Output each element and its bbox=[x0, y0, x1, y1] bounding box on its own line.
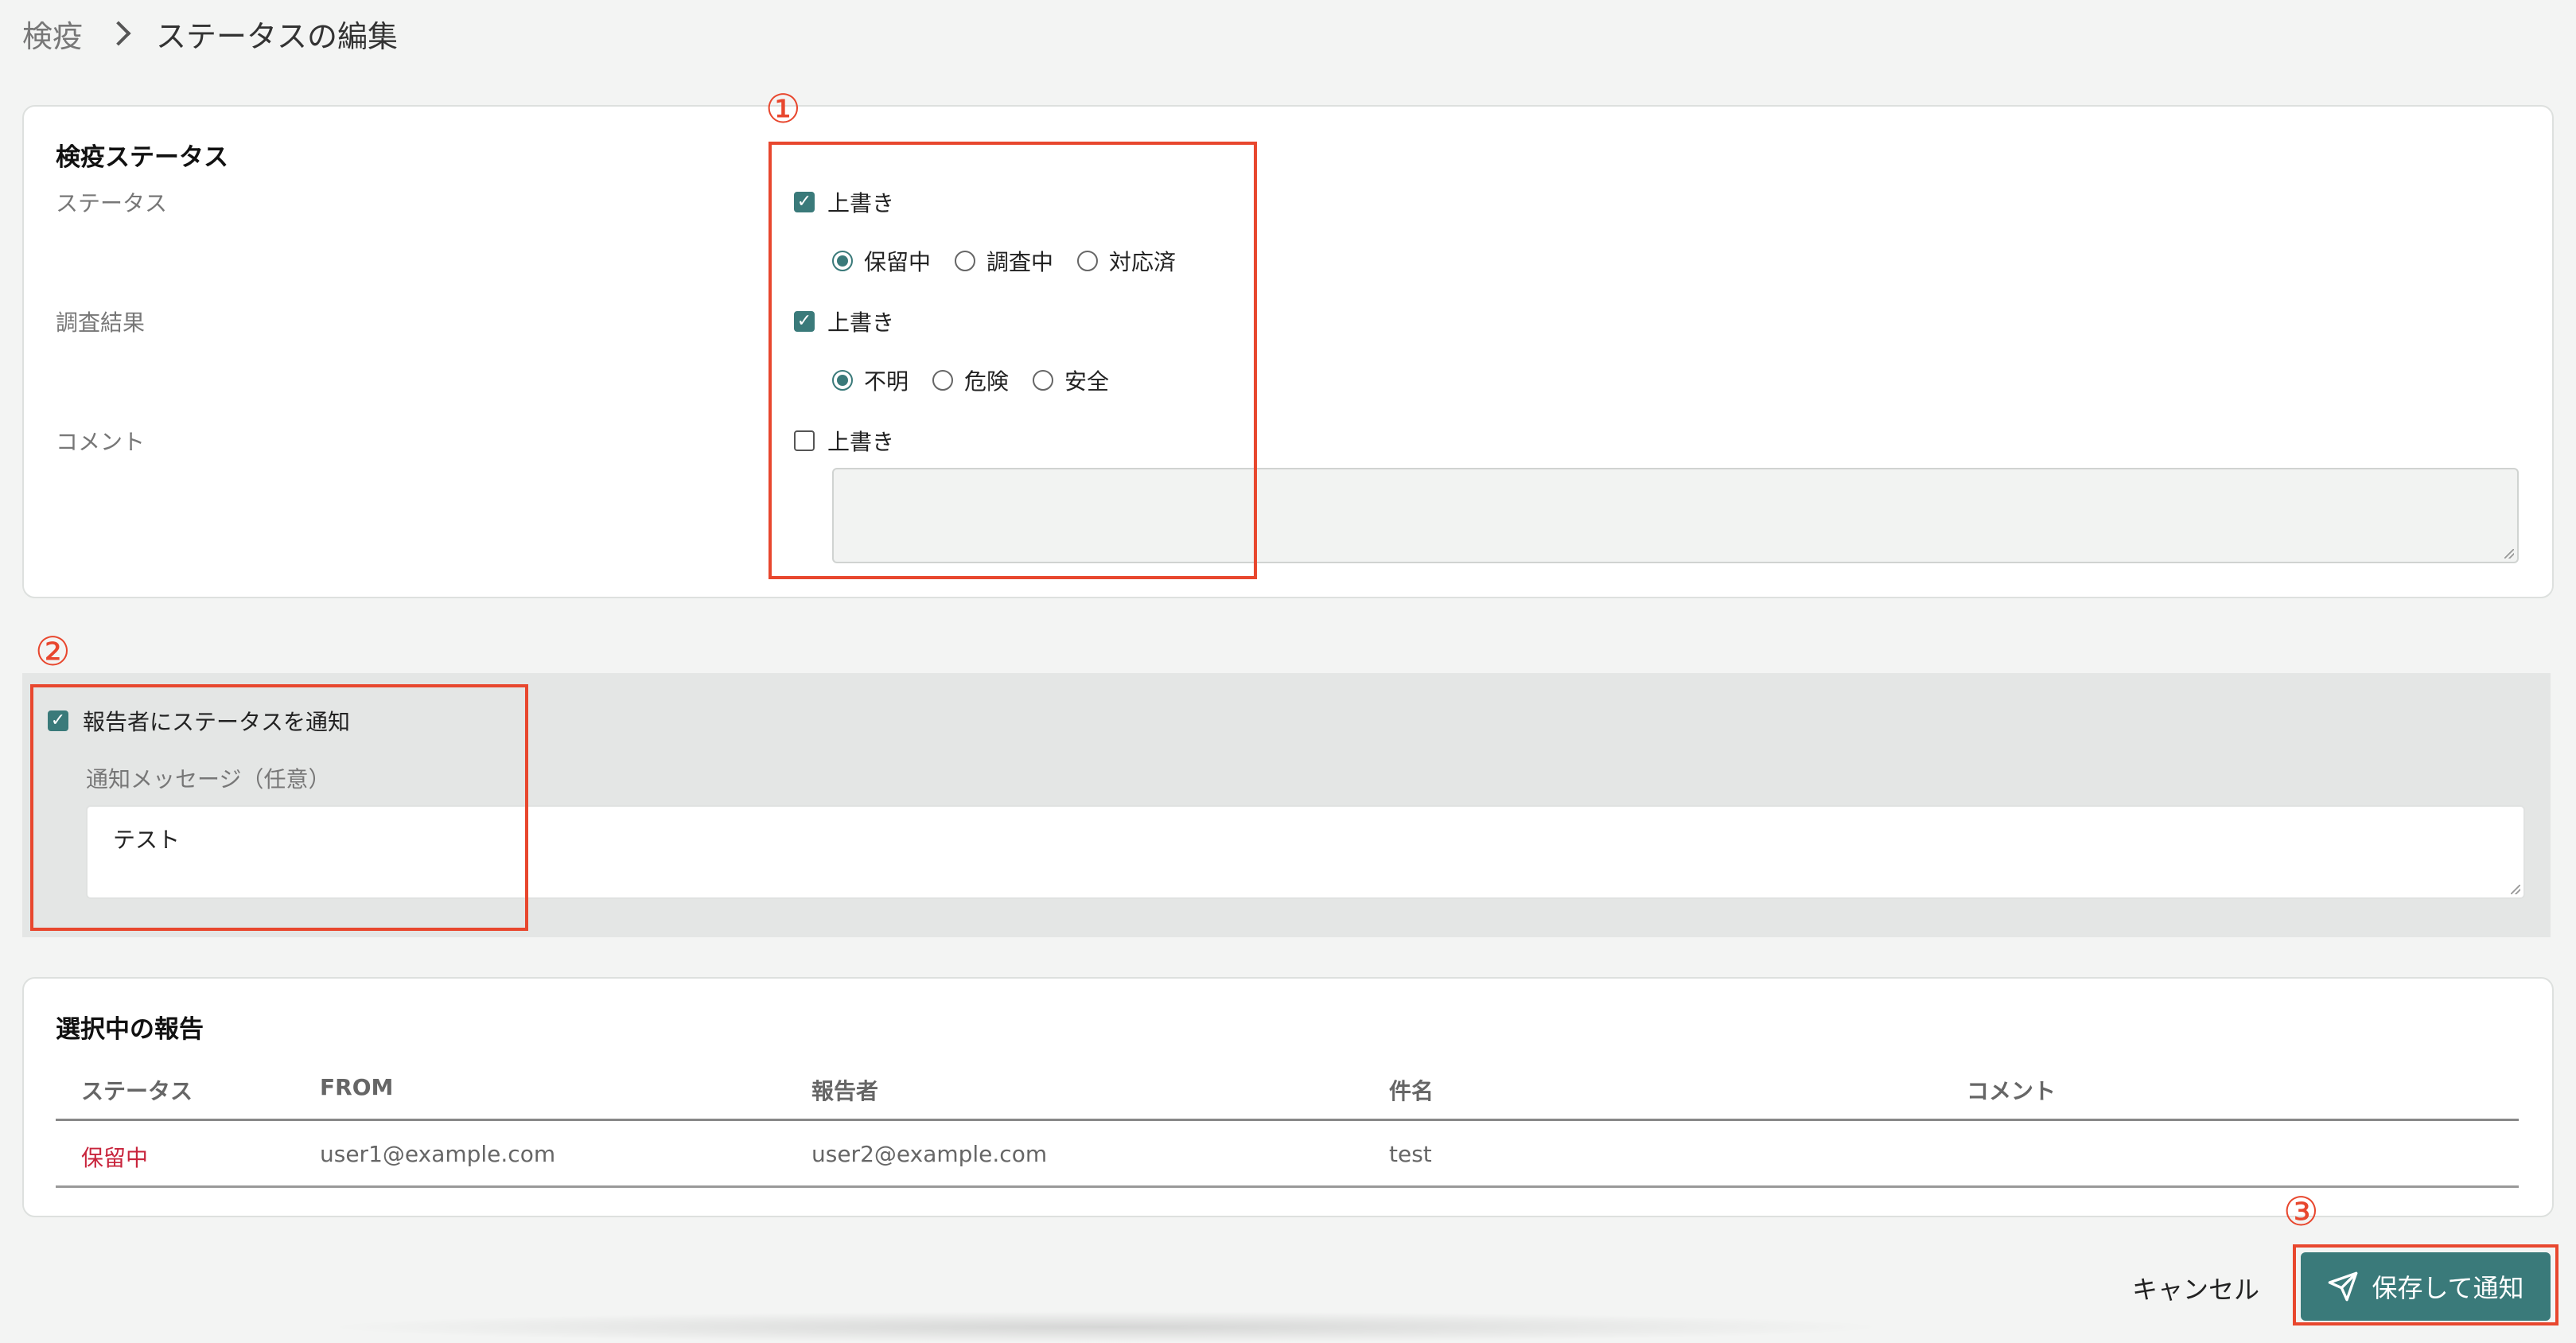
resize-handle-icon[interactable] bbox=[2511, 885, 2520, 894]
column-header-comment[interactable]: コメント bbox=[1967, 1074, 2056, 1106]
annotation-number-1: ① bbox=[765, 86, 801, 132]
table-row-divider bbox=[56, 1185, 2519, 1188]
bottom-shadow bbox=[318, 1311, 1893, 1343]
breadcrumb-parent[interactable]: 検疫 bbox=[22, 12, 83, 56]
annotation-number-3: ③ bbox=[2283, 1189, 2319, 1235]
status-field-label: ステータス bbox=[56, 190, 168, 216]
column-header-status[interactable]: ステータス bbox=[81, 1074, 193, 1106]
breadcrumb: 検疫 ステータスの編集 bbox=[22, 11, 398, 56]
cancel-button[interactable]: キャンセル bbox=[2132, 1270, 2259, 1306]
row-subject: test bbox=[1389, 1141, 1432, 1167]
page-title: ステータスの編集 bbox=[156, 18, 399, 54]
column-header-subject[interactable]: 件名 bbox=[1389, 1074, 1434, 1106]
column-header-reporter[interactable]: 報告者 bbox=[811, 1074, 878, 1106]
comment-field-label: コメント bbox=[56, 429, 146, 455]
resize-handle-icon[interactable] bbox=[2504, 549, 2514, 559]
selected-reports-title: 選択中の報告 bbox=[56, 1015, 204, 1044]
annotation-number-2: ② bbox=[35, 629, 71, 675]
annotation-box-2 bbox=[30, 684, 528, 931]
result-field-label: 調査結果 bbox=[56, 309, 146, 336]
table-header-divider bbox=[56, 1119, 2519, 1121]
quarantine-section-title: 検疫ステータス bbox=[56, 143, 228, 172]
row-status: 保留中 bbox=[81, 1145, 149, 1171]
row-reporter: user2@example.com bbox=[811, 1141, 1048, 1167]
column-header-from[interactable]: FROM bbox=[320, 1074, 393, 1100]
annotation-box-1 bbox=[769, 142, 1257, 579]
annotation-box-3 bbox=[2293, 1244, 2558, 1325]
chevron-right-icon bbox=[106, 21, 131, 46]
row-from: user1@example.com bbox=[320, 1141, 556, 1167]
